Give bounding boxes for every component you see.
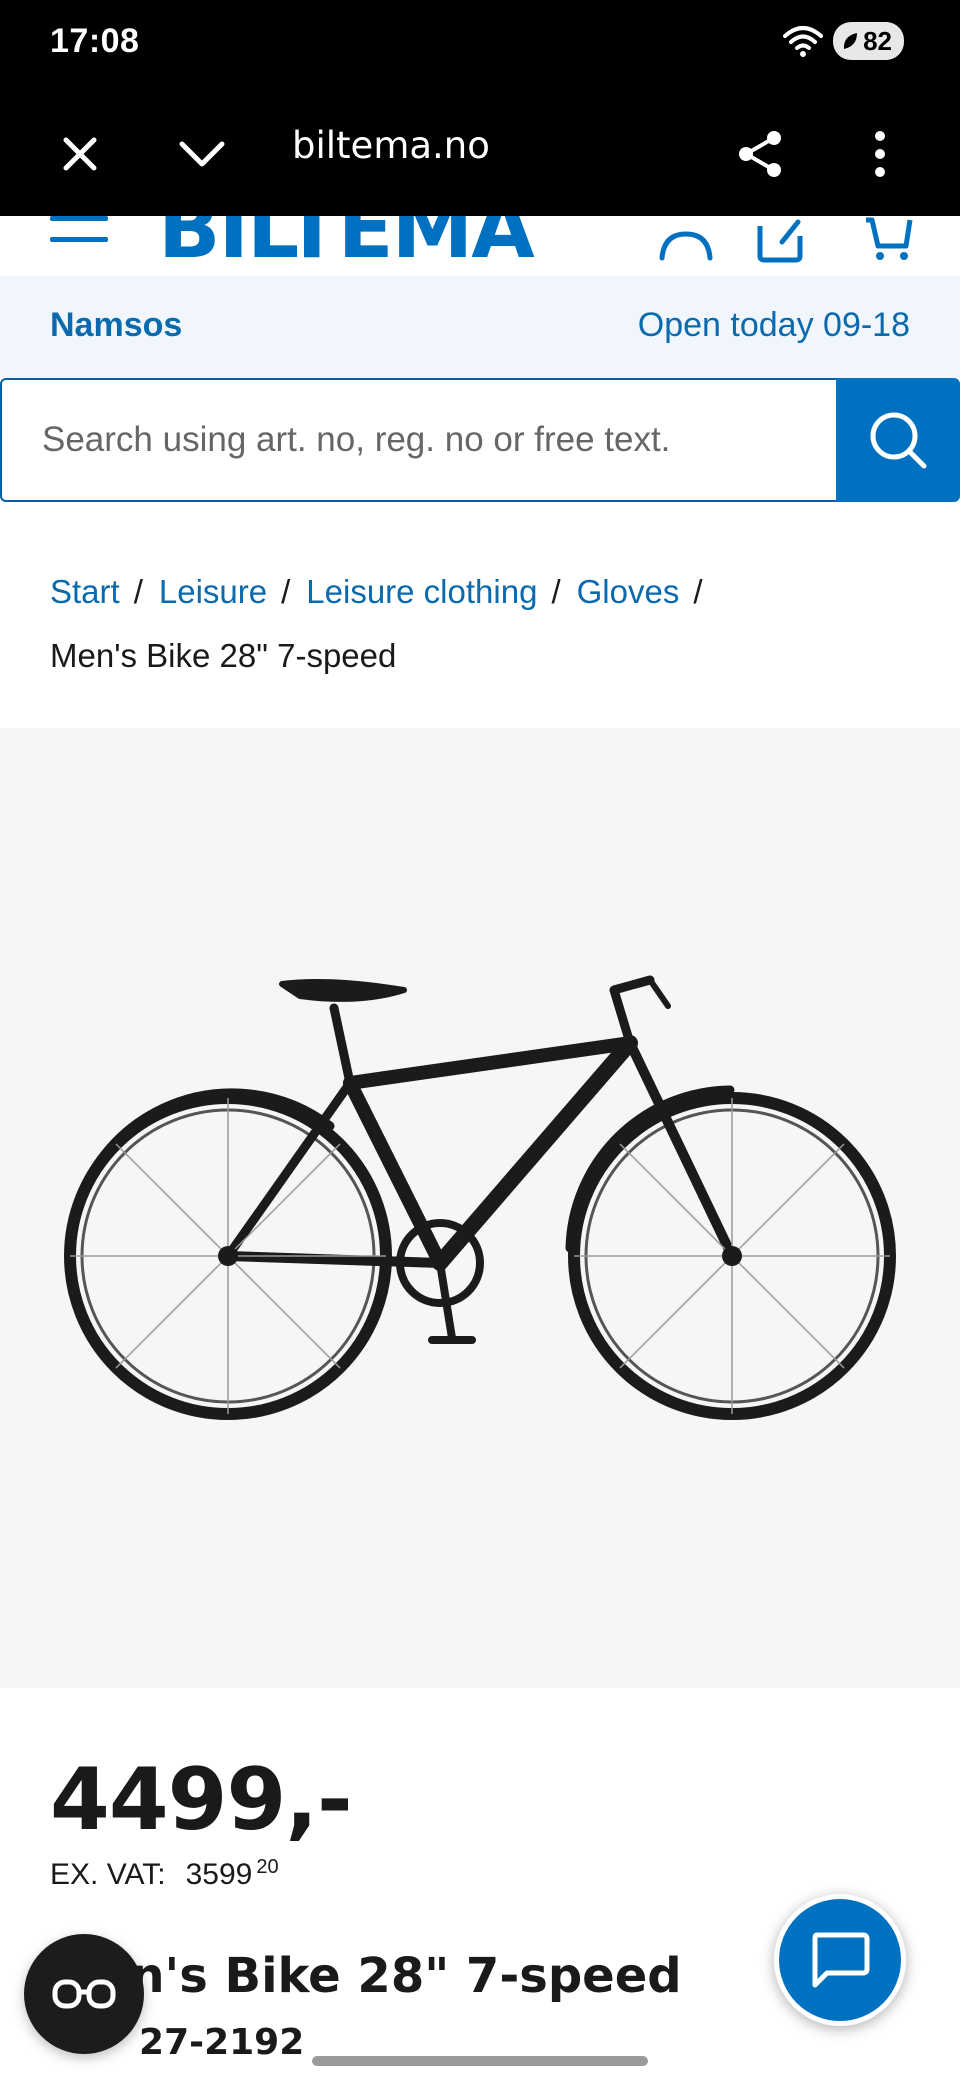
product-image-bicycle[interactable] (0, 728, 960, 1688)
search-icon (870, 412, 927, 469)
more-vertical-icon (875, 131, 885, 177)
store-name[interactable]: Namsos (50, 306, 182, 345)
site-header: BILTEMA (0, 216, 960, 276)
breadcrumb-separator: / (133, 573, 143, 610)
product-title-text: n's Bike 28" 7-speed (130, 1948, 682, 2004)
store-hours: Open today 09-18 (637, 306, 910, 344)
product-price: 4499,- (50, 1750, 353, 1850)
status-bar: 17:08 82 (0, 0, 960, 92)
ex-vat-decimals: 20 (256, 1856, 279, 1878)
share-icon (739, 131, 781, 177)
shopping-list-icon[interactable] (752, 216, 812, 276)
site-logo[interactable]: BILTEMA (158, 216, 535, 276)
menu-button[interactable] (50, 216, 108, 246)
glasses-icon (52, 1979, 116, 2009)
close-icon (63, 137, 97, 171)
breadcrumb: Start / Leisure / Leisure clothing / Glo… (50, 570, 930, 678)
breadcrumb-current: Men's Bike 28" 7-speed (50, 637, 397, 674)
breadcrumb-leisure[interactable]: Leisure (159, 570, 267, 614)
breadcrumb-separator: / (281, 573, 291, 610)
breadcrumb-gloves[interactable]: Gloves (577, 570, 680, 614)
hamburger-line (50, 237, 108, 242)
article-number-text: 27-2192 (139, 2022, 305, 2063)
search-button[interactable] (836, 378, 960, 502)
hamburger-line (50, 216, 108, 221)
breadcrumb-separator: / (551, 573, 561, 610)
ex-vat-value: 3599 (185, 1858, 253, 1891)
battery-indicator: 82 (833, 22, 904, 60)
breadcrumb-start[interactable]: Start (50, 570, 120, 614)
battery-level: 82 (863, 25, 892, 56)
ex-vat-label: EX. VAT: (50, 1858, 166, 1891)
product-image-area[interactable] (0, 728, 960, 1688)
wifi-icon (783, 26, 824, 57)
user-icon[interactable] (656, 216, 716, 276)
breadcrumb-separator: / (693, 573, 703, 610)
more-options-button[interactable] (848, 122, 912, 186)
address-bar-url[interactable]: biltema.no (292, 124, 490, 167)
minimize-button[interactable] (170, 122, 234, 186)
chevron-down-icon (179, 141, 225, 167)
breadcrumb-leisure-clothing[interactable]: Leisure clothing (306, 570, 537, 614)
price-ex-vat: EX. VAT: 3599 20 (50, 1856, 279, 1892)
cart-icon[interactable] (860, 216, 920, 276)
close-tab-button[interactable] (48, 122, 112, 186)
home-indicator (312, 2056, 648, 2066)
status-icons: 82 (783, 22, 904, 60)
browser-toolbar: biltema.no (0, 92, 960, 216)
product-title: Men's Bike 28" 7-speed (50, 1948, 682, 2004)
store-bar[interactable]: Namsos Open today 09-18 (0, 276, 960, 378)
chat-icon (812, 1932, 870, 1988)
charging-leaf-icon (844, 33, 858, 49)
status-time: 17:08 (50, 22, 140, 60)
share-button[interactable] (728, 122, 792, 186)
search-bar (0, 378, 960, 502)
reader-mode-button[interactable] (24, 1934, 144, 2054)
chat-button[interactable] (774, 1894, 906, 2026)
search-input[interactable] (0, 378, 836, 502)
